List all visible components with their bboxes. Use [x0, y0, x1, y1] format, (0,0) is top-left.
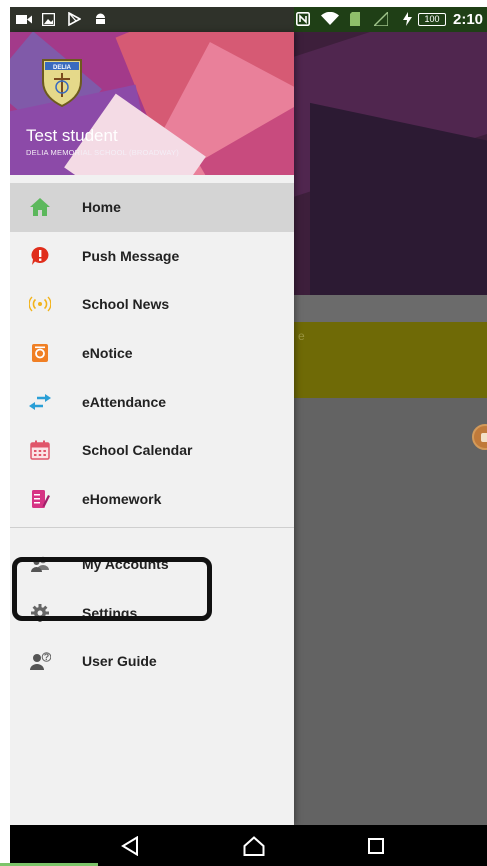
- menu-item-home[interactable]: Home: [10, 183, 294, 232]
- recents-icon[interactable]: [346, 825, 406, 866]
- menu-label-school-news: School News: [82, 296, 170, 313]
- menu-item-school-calendar[interactable]: School Calendar: [10, 426, 294, 475]
- alert-bubble-icon: [10, 246, 82, 266]
- play-store-icon: [68, 12, 81, 26]
- status-bar: 100 2:10: [10, 7, 487, 32]
- android-icon: [94, 12, 107, 26]
- floating-action-button[interactable]: [472, 424, 487, 450]
- menu-label-home: Home: [82, 199, 121, 216]
- gear-icon: [10, 603, 82, 622]
- background-banner-text: e: [298, 329, 305, 343]
- school-logo: DELIA: [40, 57, 84, 108]
- menu-label-ehomework: eHomework: [82, 490, 162, 507]
- swap-arrows-icon: [10, 393, 82, 410]
- menu-item-enotice[interactable]: eNotice: [10, 329, 294, 378]
- battery-level: 100: [418, 13, 446, 26]
- wifi-icon: [321, 12, 339, 26]
- homework-icon: [10, 489, 82, 509]
- home-nav-icon[interactable]: [224, 825, 284, 866]
- sim-icon: [350, 12, 360, 26]
- gallery-icon: [42, 12, 55, 26]
- charging-icon: [403, 12, 412, 26]
- nfc-icon: [296, 12, 310, 26]
- menu-item-settings[interactable]: Settings: [10, 589, 294, 638]
- menu-item-user-guide[interactable]: ? User Guide: [10, 637, 294, 686]
- menu-label-school-calendar: School Calendar: [82, 442, 193, 459]
- notice-icon: [10, 343, 82, 363]
- home-icon: [10, 198, 82, 217]
- menu-item-ehomework[interactable]: eHomework: [10, 475, 294, 524]
- accounts-icon: [10, 556, 82, 573]
- video-icon: [16, 12, 32, 26]
- menu-label-eattendance: eAttendance: [82, 393, 167, 410]
- drawer-menu: Home Push Message School News eNotice eA…: [10, 183, 294, 523]
- navigation-drawer: DELIA Test student DELIA MEMORIAL SCHOOL…: [10, 32, 294, 825]
- signal-icon: [374, 12, 388, 26]
- menu-label-user-guide: User Guide: [82, 653, 157, 670]
- broadcast-icon: [10, 296, 82, 312]
- drawer-header: DELIA Test student DELIA MEMORIAL SCHOOL…: [10, 32, 294, 175]
- back-icon[interactable]: [100, 825, 160, 866]
- menu-item-school-news[interactable]: School News: [10, 280, 294, 329]
- menu-item-push-message[interactable]: Push Message: [10, 232, 294, 281]
- menu-item-my-accounts[interactable]: My Accounts: [10, 540, 294, 589]
- status-clock: 2:10: [453, 11, 484, 28]
- menu-label-push-message: Push Message: [82, 247, 180, 264]
- menu-divider: [10, 527, 294, 528]
- menu-label-my-accounts: My Accounts: [82, 556, 169, 573]
- school-name: DELIA MEMORIAL SCHOOL (BROADWAY): [26, 148, 179, 157]
- calendar-icon: [10, 440, 82, 461]
- menu-item-eattendance[interactable]: eAttendance: [10, 377, 294, 426]
- drawer-secondary-menu: My Accounts Settings ? User Guide: [10, 540, 294, 686]
- phone-screen: e 100 2:10 DELIA Test student DELIA MEMO…: [10, 7, 487, 866]
- menu-label-enotice: eNotice: [82, 345, 133, 362]
- system-nav-bar: [10, 825, 487, 866]
- logo-text: DELIA: [53, 65, 72, 71]
- user-name: Test student: [26, 126, 118, 145]
- menu-label-settings: Settings: [82, 604, 138, 621]
- user-guide-icon: ?: [10, 652, 82, 671]
